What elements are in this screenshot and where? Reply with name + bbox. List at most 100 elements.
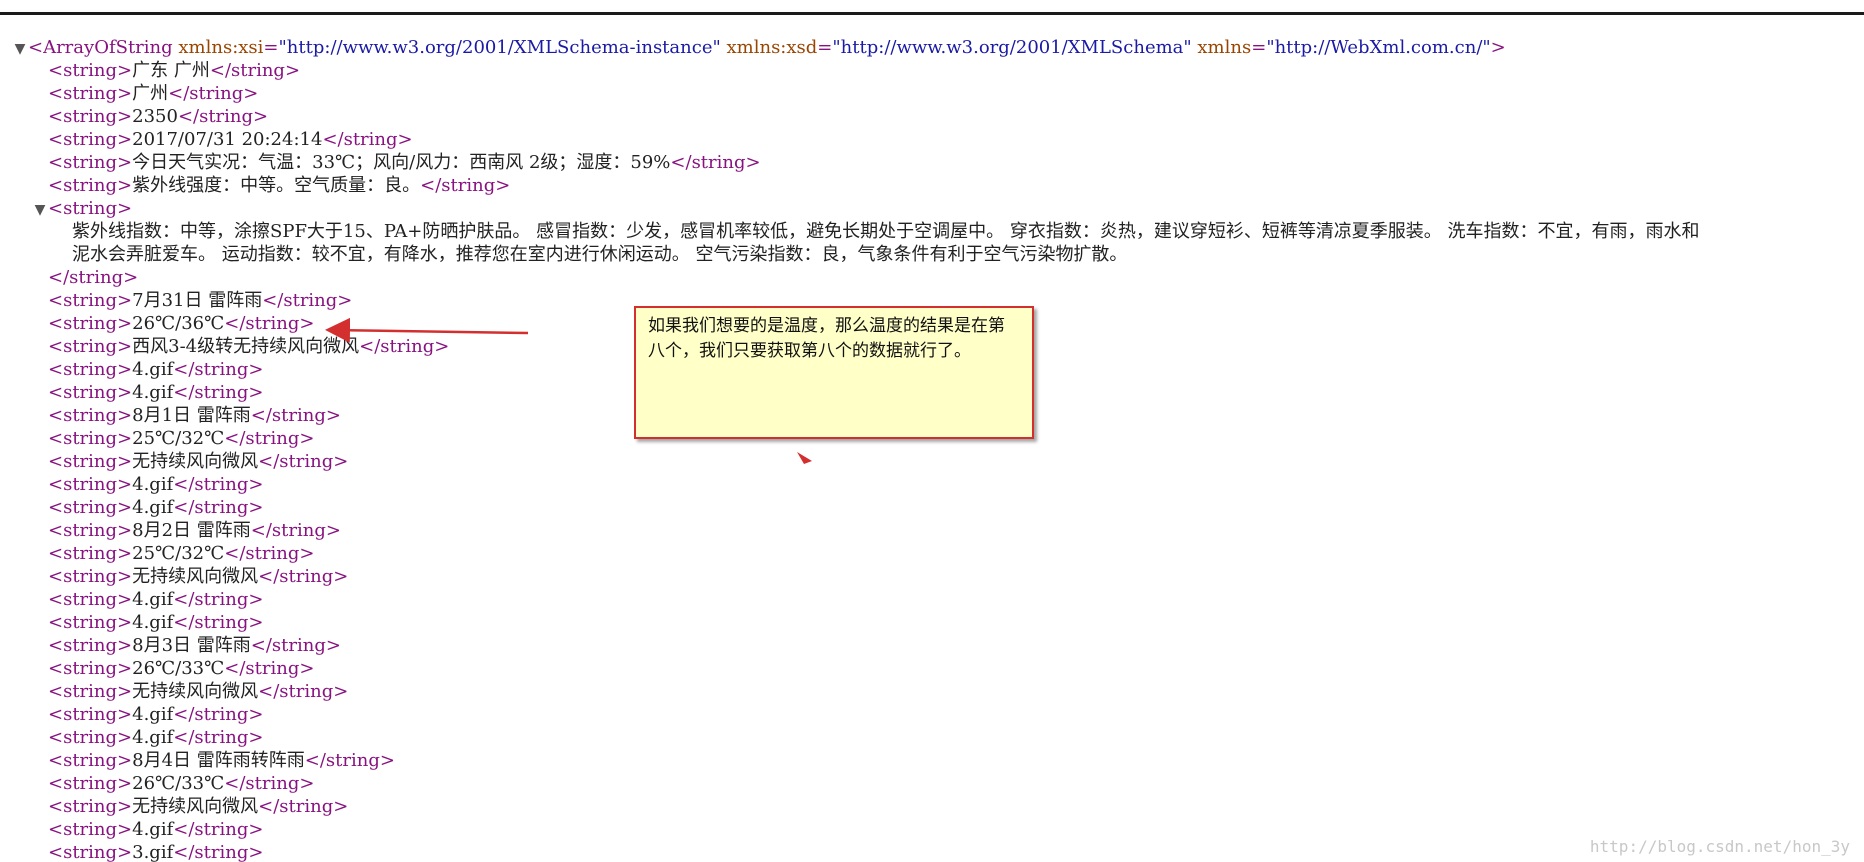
attr-value: "http://www.w3.org/2001/XMLSchema" xyxy=(832,37,1192,58)
string-value: 26℃/33℃ xyxy=(132,658,225,679)
attr-name: xmlns xyxy=(1197,37,1252,58)
xml-tree-viewer: ▼ <ArrayOfString xmlns:xsi="http://www.w3… xyxy=(0,36,1864,862)
string-open-tag: <string> xyxy=(48,313,133,334)
string-open-tag: <string> xyxy=(48,451,133,472)
string-value: 4.gif xyxy=(132,589,174,610)
string-open-tag: <string> xyxy=(48,796,133,817)
string-open-tag: <string> xyxy=(48,819,133,840)
string-value: 25℃/32℃ xyxy=(132,543,225,564)
string-value: 26℃/36℃ xyxy=(132,313,225,334)
string-open-tag: <string> xyxy=(48,175,133,196)
string-close-tag: </string> xyxy=(173,497,264,518)
annotation-text: 如果我们想要的是温度，那么温度的结果是在第八个，我们只要获取第八个的数据就行了。 xyxy=(648,316,1005,361)
string-close-tag: </string> xyxy=(173,589,264,610)
xml-string-item: <string>4.gif</string> xyxy=(0,726,1864,749)
string-close-tag: </string> xyxy=(173,474,264,495)
string-close-tag: </string> xyxy=(250,405,341,426)
string-value: 25℃/32℃ xyxy=(132,428,225,449)
xml-string-item: <string>2017/07/31 20:24:14</string> xyxy=(0,128,1864,151)
string-open-tag: <string> xyxy=(48,842,133,862)
annotation-callout: 如果我们想要的是温度，那么温度的结果是在第八个，我们只要获取第八个的数据就行了。 xyxy=(634,306,1034,439)
collapse-toggle-icon[interactable]: ▼ xyxy=(12,38,28,61)
string-open-tag: <string> xyxy=(48,543,133,564)
xml-string-item: <string>广州</string> xyxy=(0,82,1864,105)
string-value: 无持续风向微风 xyxy=(132,566,259,587)
collapse-toggle-icon[interactable]: ▼ xyxy=(32,199,48,222)
string-value: 4.gif xyxy=(132,819,174,840)
string-close-tag: </string> xyxy=(173,727,264,748)
xml-string-item: <string>26℃/33℃</string> xyxy=(0,657,1864,680)
xml-string-item: <string>8月3日 雷阵雨</string> xyxy=(0,634,1864,657)
string-value: 2350 xyxy=(132,106,178,127)
string-close-tag: </string> xyxy=(250,635,341,656)
string-value: 26℃/33℃ xyxy=(132,773,225,794)
string-value: 4.gif xyxy=(132,727,174,748)
string-value: 紫外线强度：中等。空气质量：良。 xyxy=(132,175,421,196)
string-open-tag: <string> xyxy=(48,704,133,725)
top-divider xyxy=(0,12,1864,15)
string-close-tag: </string> xyxy=(258,451,349,472)
string-close-tag: </string> xyxy=(359,336,450,357)
xml-string-item: <string>无持续风向微风</string> xyxy=(0,795,1864,818)
string-value: 4.gif xyxy=(132,474,174,495)
string-close-tag: </string> xyxy=(173,382,264,403)
string-value: 4.gif xyxy=(132,382,174,403)
xml-string-item: <string>紫外线强度：中等。空气质量：良。</string> xyxy=(0,174,1864,197)
string-open-tag: <string> xyxy=(48,428,133,449)
string-open-tag: <string> xyxy=(48,635,133,656)
xml-string-item: <string>无持续风向微风</string> xyxy=(0,680,1864,703)
string-value: 广州 xyxy=(132,83,169,104)
xml-string-item: <string>今日天气实况：气温：33℃；风向/风力：西南风 2级；湿度：59… xyxy=(0,151,1864,174)
string-close-tag: </string> xyxy=(48,267,139,288)
string-close-tag: </string> xyxy=(258,566,349,587)
xml-string-item: <string>4.gif</string> xyxy=(0,818,1864,841)
string-open-tag: <string> xyxy=(48,773,133,794)
string-open-tag: <string> xyxy=(48,750,133,771)
string-close-tag: </string> xyxy=(224,543,315,564)
string-close-tag: </string> xyxy=(250,520,341,541)
xml-string-item: <string>26℃/33℃</string> xyxy=(0,772,1864,795)
string-open-tag: <string> xyxy=(48,359,133,380)
string-close-tag: </string> xyxy=(304,750,395,771)
xml-root-line: ▼ <ArrayOfString xmlns:xsi="http://www.w3… xyxy=(0,36,1864,59)
string-close-tag: </string> xyxy=(224,773,315,794)
string-open-tag: <string> xyxy=(48,83,133,104)
string-open-tag: <string> xyxy=(48,520,133,541)
string-close-tag: </string> xyxy=(173,359,264,380)
string-close-tag: </string> xyxy=(177,106,269,127)
string-value: 西风3-4级转无持续风向微风 xyxy=(132,336,360,357)
string-open-tag: <string> xyxy=(48,336,133,357)
blog-watermark: http://blog.csdn.net/hon_3y xyxy=(1589,837,1850,856)
string-close-tag: </string> xyxy=(322,129,413,150)
attr-name: xmlns:xsi xyxy=(178,37,264,58)
string-value: 8月1日 雷阵雨 xyxy=(132,405,251,426)
string-value: 4.gif xyxy=(132,497,174,518)
string-close-tag: </string> xyxy=(173,612,264,633)
string-value: 8月3日 雷阵雨 xyxy=(132,635,251,656)
string-close-tag: </string> xyxy=(420,175,511,196)
string-open-tag: <string> xyxy=(48,727,133,748)
string-open-tag: <string> xyxy=(48,681,133,702)
string-open-tag: <string> xyxy=(48,589,133,610)
string-value: 8月2日 雷阵雨 xyxy=(132,520,251,541)
string-close-tag: </string> xyxy=(173,819,264,840)
string-close-tag: </string> xyxy=(168,83,259,104)
string-open-tag: <string> xyxy=(48,566,133,587)
string-open-tag: <string> xyxy=(48,474,133,495)
xml-multiline-open: ▼ <string> xyxy=(0,197,1864,220)
xml-string-item: <string>8月4日 雷阵雨转阵雨</string> xyxy=(0,749,1864,772)
string-value: 今日天气实况：气温：33℃；风向/风力：西南风 2级；湿度：59% xyxy=(132,152,671,173)
string-value: 7月31日 雷阵雨 xyxy=(132,290,263,311)
string-open-tag: <string> xyxy=(48,60,133,81)
string-value: 3.gif xyxy=(132,842,174,862)
string-open-tag: <string> xyxy=(48,497,133,518)
attr-value: "http://www.w3.org/2001/XMLSchema-instan… xyxy=(278,37,721,58)
string-value: 无持续风向微风 xyxy=(132,796,259,817)
xml-string-item: <string>广东 广州</string> xyxy=(0,59,1864,82)
string-close-tag: </string> xyxy=(670,152,761,173)
string-open-tag: <string> xyxy=(48,152,133,173)
string-open-tag: <string> xyxy=(48,382,133,403)
root-open-tag: <ArrayOfString xyxy=(28,37,173,58)
string-value: 2017/07/31 20:24:14 xyxy=(132,129,323,150)
xml-string-item: <string>8月2日 雷阵雨</string> xyxy=(0,519,1864,542)
